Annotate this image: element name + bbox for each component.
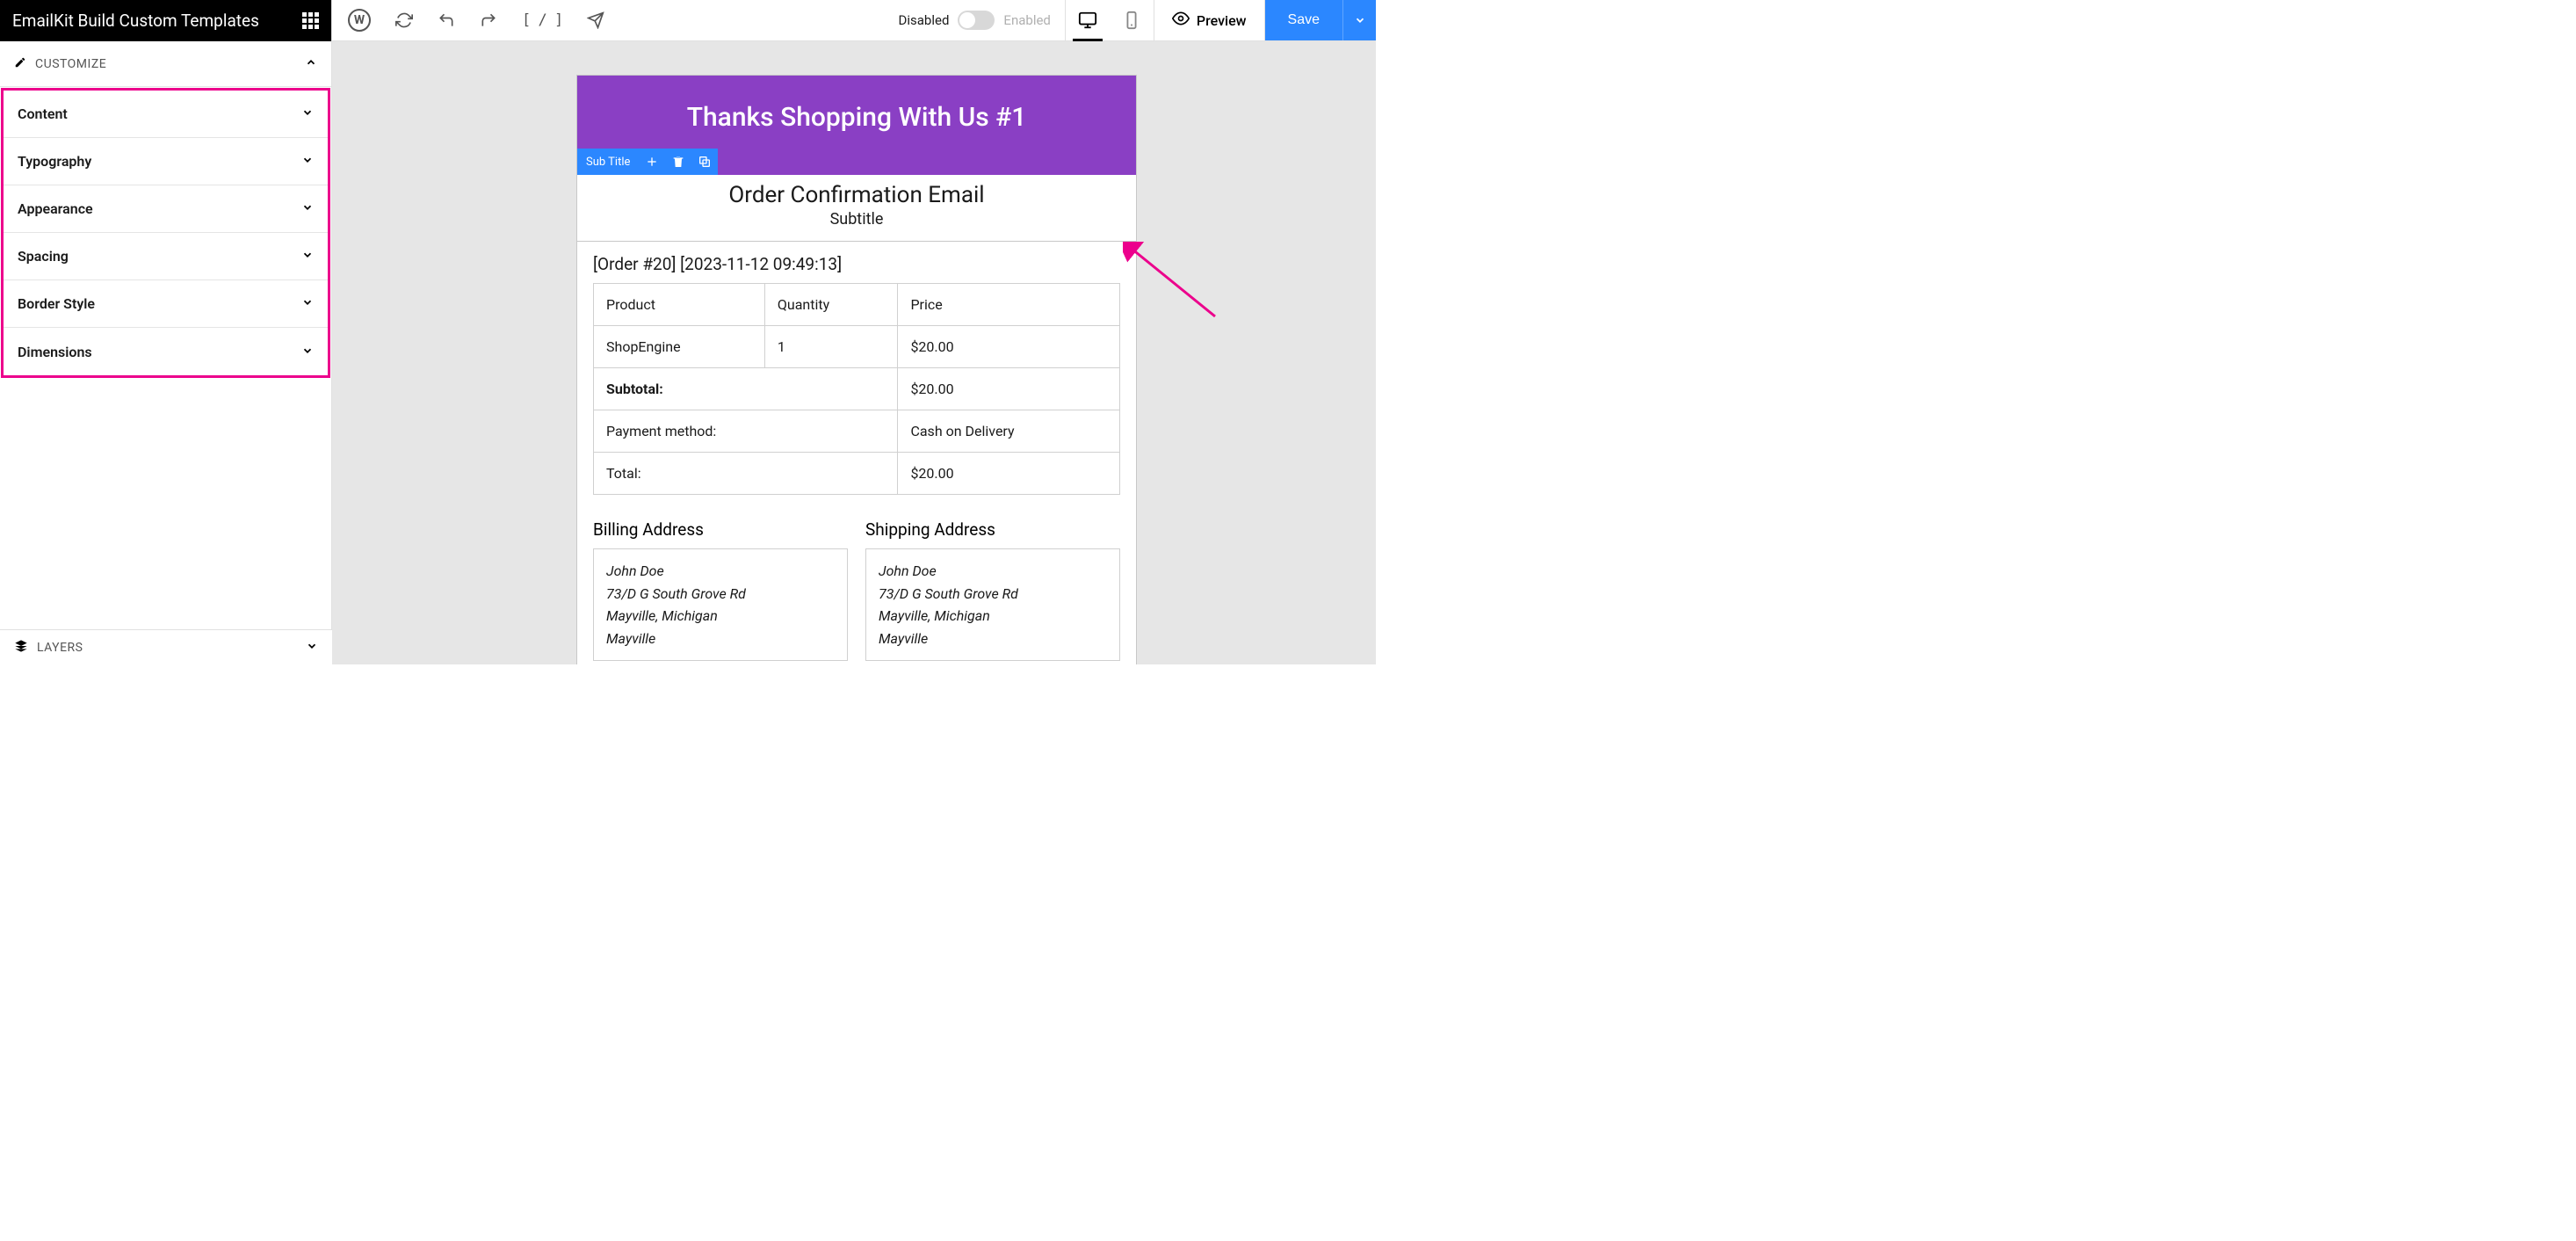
duplicate-element-button[interactable] — [691, 149, 718, 175]
undo-icon[interactable] — [438, 11, 455, 29]
disabled-label: Disabled — [899, 12, 950, 28]
table-row: Total: $20.00 — [594, 453, 1120, 495]
table-row: Product Quantity Price — [594, 284, 1120, 326]
table-cell: $20.00 — [898, 368, 1120, 410]
shipping-address-col: Shipping Address John Doe 73/D G South G… — [865, 519, 1120, 661]
customize-label: CUSTOMIZE — [35, 57, 106, 71]
panel-label: Content — [18, 105, 68, 122]
chevron-down-icon — [301, 295, 314, 312]
panel-label: Appearance — [18, 200, 93, 217]
save-dropdown-button[interactable] — [1342, 0, 1376, 40]
table-header-cell: Product — [594, 284, 765, 326]
panel-spacing[interactable]: Spacing — [4, 233, 328, 280]
table-cell: Total: — [594, 453, 898, 495]
panel-typography[interactable]: Typography — [4, 138, 328, 185]
sidebar-header: EmailKit Build Custom Templates — [0, 0, 331, 41]
chevron-down-icon — [301, 344, 314, 360]
pencil-icon — [14, 55, 26, 72]
chevron-down-icon — [301, 153, 314, 170]
device-switcher — [1065, 0, 1154, 40]
wordpress-icon[interactable]: W — [348, 9, 371, 32]
panel-label: Typography — [18, 153, 91, 170]
billing-address-box: John Doe 73/D G South Grove Rd Mayville,… — [593, 548, 848, 661]
mobile-device-button[interactable] — [1110, 0, 1154, 40]
customize-section-header[interactable]: CUSTOMIZE — [0, 41, 331, 87]
shipping-address-title: Shipping Address — [865, 519, 1120, 540]
shortcode-icon[interactable]: [ / ] — [522, 11, 562, 29]
table-cell: Subtotal: — [594, 368, 898, 410]
table-cell: ShopEngine — [594, 326, 765, 368]
toolbar-element-label: Sub Title — [577, 156, 639, 169]
chevron-up-icon — [305, 55, 317, 72]
billing-address-col: Billing Address John Doe 73/D G South Gr… — [593, 519, 848, 661]
refresh-icon[interactable] — [395, 11, 413, 29]
chevron-down-icon — [301, 248, 314, 265]
panel-label: Spacing — [18, 248, 69, 265]
save-button[interactable]: Save — [1265, 0, 1342, 40]
delete-element-button[interactable] — [665, 149, 691, 175]
shipping-address-box: John Doe 73/D G South Grove Rd Mayville,… — [865, 548, 1120, 661]
address-line: 73/D G South Grove Rd — [879, 583, 1107, 606]
desktop-device-button[interactable] — [1066, 0, 1110, 40]
send-icon[interactable] — [587, 11, 604, 29]
customize-panels-highlight: Content Typography Appearance Spacing Bo… — [1, 88, 330, 378]
canvas-area[interactable]: Thanks Shopping With Us #1 Sub Title Ord… — [332, 41, 1376, 664]
address-line: 73/D G South Grove Rd — [606, 583, 835, 606]
layers-icon — [14, 639, 28, 657]
order-meta: [Order #20] [2023-11-12 09:49:13] — [593, 254, 1120, 274]
redo-icon[interactable] — [480, 11, 497, 29]
panel-content[interactable]: Content — [4, 91, 328, 138]
panel-label: Dimensions — [18, 344, 92, 360]
table-row: Payment method: Cash on Delivery — [594, 410, 1120, 453]
enable-toggle-group: Disabled Enabled — [899, 11, 1065, 30]
panel-label: Border Style — [18, 295, 95, 312]
apps-grid-icon[interactable] — [302, 12, 319, 29]
email-subtitle: Subtitle — [586, 210, 1127, 229]
address-line: Mayville, Michigan — [606, 605, 835, 628]
table-cell: $20.00 — [898, 326, 1120, 368]
layers-label: LAYERS — [37, 641, 83, 655]
email-title: Order Confirmation Email — [586, 182, 1127, 208]
table-cell: Cash on Delivery — [898, 410, 1120, 453]
annotation-arrow-icon — [1123, 242, 1219, 321]
email-header-block[interactable]: Thanks Shopping With Us #1 Sub Title — [577, 76, 1136, 175]
address-line: John Doe — [879, 560, 1107, 583]
address-line: John Doe — [606, 560, 835, 583]
eye-icon — [1172, 10, 1190, 31]
email-body: [Order #20] [2023-11-12 09:49:13] Produc… — [577, 242, 1136, 664]
app-title: EmailKit Build Custom Templates — [12, 11, 259, 31]
chevron-down-icon — [301, 200, 314, 217]
preview-label: Preview — [1197, 12, 1247, 29]
sidebar: EmailKit Build Custom Templates CUSTOMIZ… — [0, 0, 332, 664]
table-header-cell: Price — [898, 284, 1120, 326]
table-cell: Payment method: — [594, 410, 898, 453]
preview-button[interactable]: Preview — [1154, 0, 1265, 40]
element-toolbar: Sub Title — [577, 149, 718, 175]
chevron-down-icon — [306, 639, 318, 656]
email-header-title: Thanks Shopping With Us #1 — [595, 102, 1118, 133]
table-header-cell: Quantity — [764, 284, 898, 326]
enable-toggle[interactable] — [958, 11, 995, 30]
address-line: Mayville, Michigan — [879, 605, 1107, 628]
layers-bar[interactable]: LAYERS — [0, 629, 332, 664]
panel-appearance[interactable]: Appearance — [4, 185, 328, 233]
add-element-button[interactable] — [639, 149, 665, 175]
order-table: Product Quantity Price ShopEngine 1 $20.… — [593, 283, 1120, 495]
chevron-down-icon — [301, 105, 314, 122]
panel-dimensions[interactable]: Dimensions — [4, 328, 328, 375]
table-cell: 1 — [764, 326, 898, 368]
table-row: Subtotal: $20.00 — [594, 368, 1120, 410]
address-row: Billing Address John Doe 73/D G South Gr… — [593, 519, 1120, 661]
topbar: W [ / ] Disabled Enabled — [332, 0, 1376, 41]
table-cell: $20.00 — [898, 453, 1120, 495]
address-line: Mayville — [879, 628, 1107, 650]
email-subtitle-block[interactable]: Order Confirmation Email Subtitle — [576, 175, 1137, 242]
billing-address-title: Billing Address — [593, 519, 848, 540]
address-line: Mayville — [606, 628, 835, 650]
email-preview-frame: Thanks Shopping With Us #1 Sub Title Ord… — [576, 75, 1137, 664]
panel-border-style[interactable]: Border Style — [4, 280, 328, 328]
enabled-label: Enabled — [1003, 12, 1050, 28]
table-row: ShopEngine 1 $20.00 — [594, 326, 1120, 368]
